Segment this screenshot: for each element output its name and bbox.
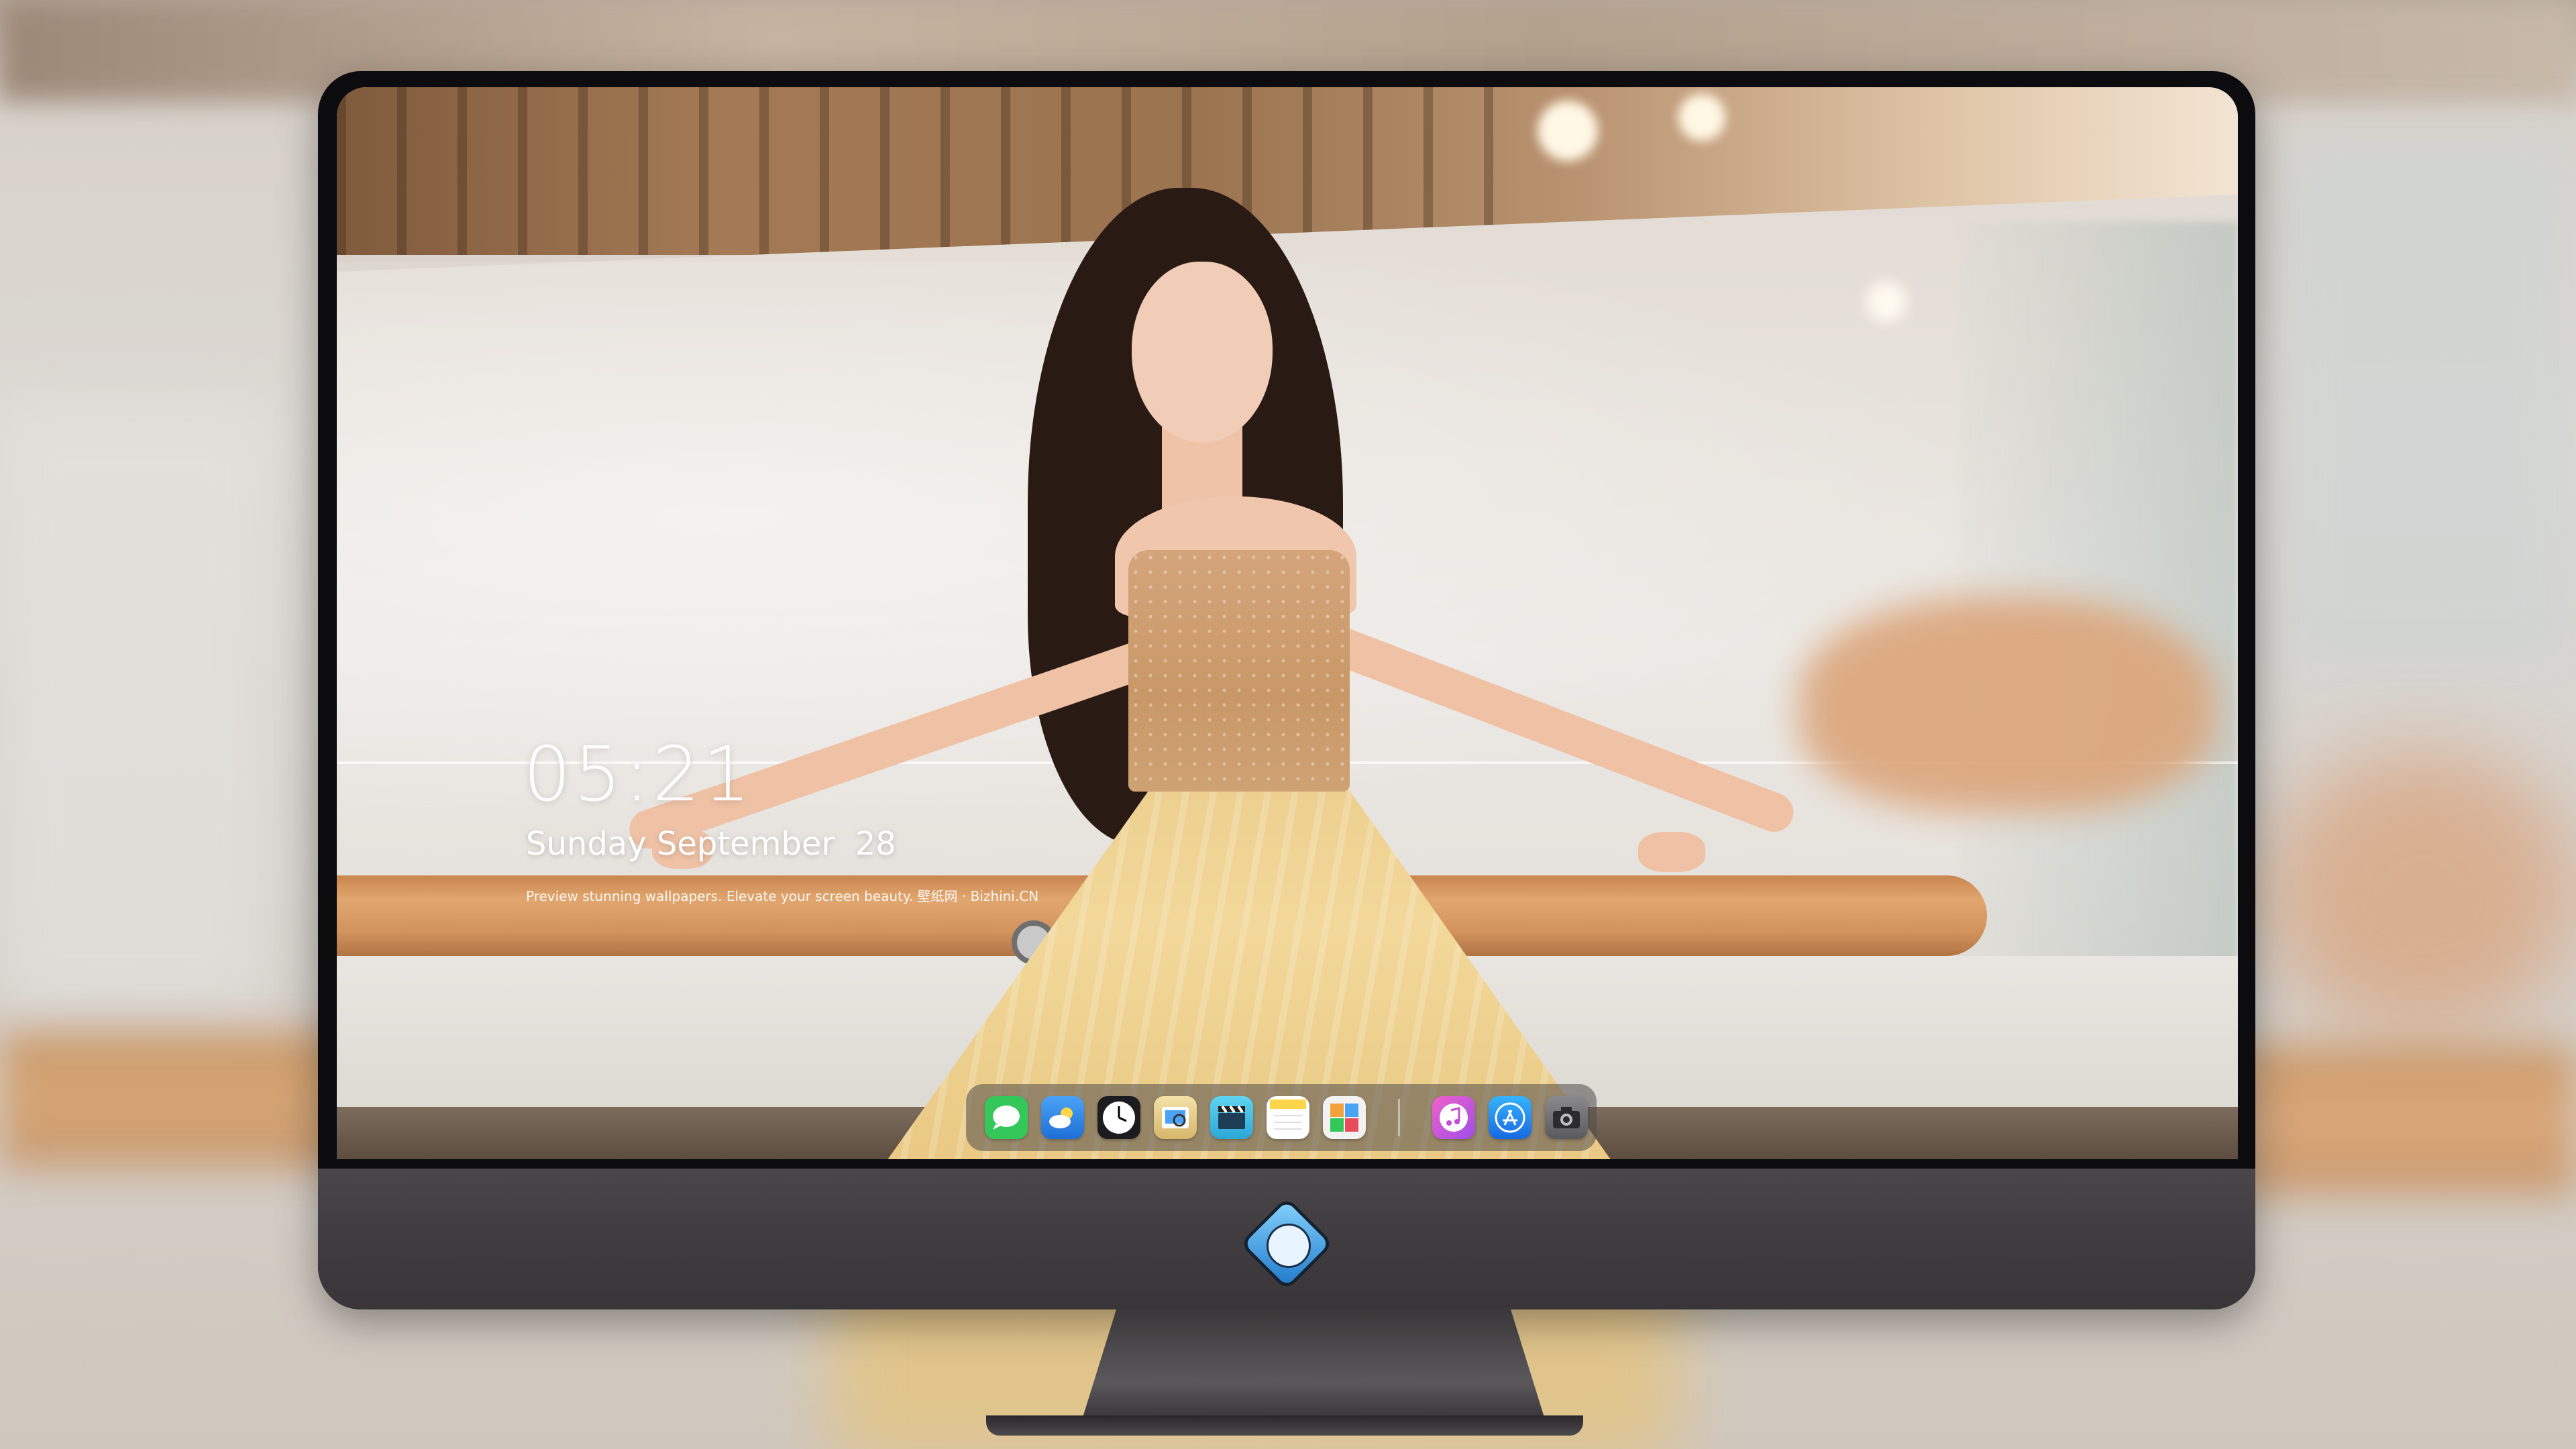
- dock-separator: [1398, 1099, 1400, 1136]
- camera-icon[interactable]: [1545, 1096, 1588, 1139]
- photos-icon[interactable]: [1323, 1096, 1366, 1139]
- backdrop-right-glass: [2281, 134, 2576, 671]
- lock-screen-time: 05:21: [523, 731, 753, 818]
- clapper-icon[interactable]: [1210, 1096, 1253, 1139]
- screen: 05:21 Sunday September 28 Preview stunni…: [337, 87, 2238, 1159]
- message-icon[interactable]: [985, 1096, 1028, 1139]
- ceiling-light: [1678, 94, 1725, 141]
- preview-icon[interactable]: [1154, 1096, 1197, 1139]
- clock-icon[interactable]: [1097, 1096, 1140, 1139]
- ceiling-light: [1538, 101, 1598, 161]
- lock-screen-date: Sunday September 28: [526, 825, 896, 863]
- monitor: 05:21 Sunday September 28 Preview stunni…: [318, 71, 2255, 1309]
- dock: [966, 1084, 1597, 1151]
- brand-logo-mascot: [1267, 1224, 1311, 1268]
- wallpaper-tagline: Preview stunning wallpapers. Elevate you…: [526, 888, 1039, 904]
- weather-icon[interactable]: [1041, 1096, 1084, 1139]
- wallpaper-slats: [337, 87, 1544, 255]
- backdrop-right-rail: [2241, 1046, 2576, 1194]
- music-icon[interactable]: [1432, 1096, 1475, 1139]
- blurred-hand: [1799, 597, 2215, 812]
- monitor-stand-base: [986, 1415, 1583, 1436]
- backdrop-hand: [2267, 751, 2576, 1033]
- appstore-icon[interactable]: [1489, 1096, 1532, 1139]
- ceiling-light: [1866, 282, 1907, 322]
- figure-face: [1132, 262, 1273, 443]
- monitor-chin: [318, 1169, 2255, 1309]
- backdrop-left-glass: [0, 402, 268, 1006]
- figure-right-hand: [1638, 832, 1705, 872]
- notes-icon[interactable]: [1267, 1096, 1309, 1139]
- monitor-stand: [1079, 1309, 1548, 1430]
- backdrop-left-rail: [0, 1033, 349, 1167]
- bodice-sparkle: [1128, 550, 1350, 792]
